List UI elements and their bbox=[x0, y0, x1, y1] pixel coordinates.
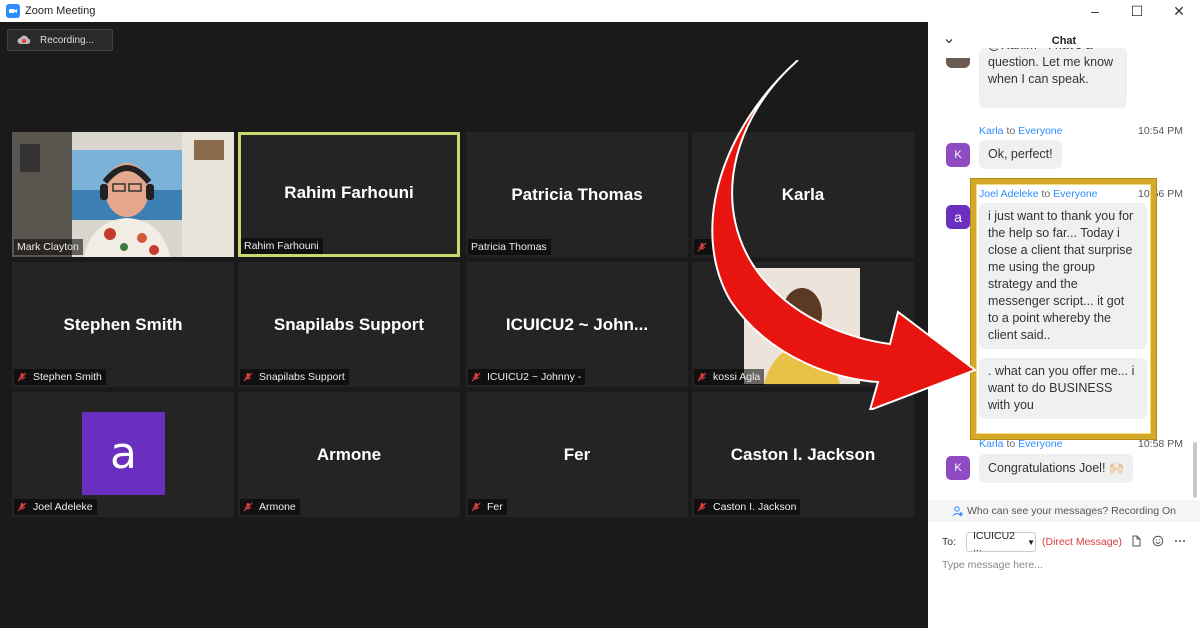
cloud-record-icon bbox=[17, 35, 31, 44]
video-gallery: Recording... Mark Clayton Rahim Farhouni… bbox=[0, 22, 928, 628]
recording-label: Recording... bbox=[40, 34, 94, 46]
title-bar: Zoom Meeting – ☐ ✕ bbox=[0, 0, 1200, 22]
chat-message-bubble: @Rahim - I have a question. Let me know … bbox=[979, 48, 1127, 108]
highlight-frame bbox=[971, 179, 1156, 439]
participant-avatar: a bbox=[82, 412, 165, 495]
visibility-text: Who can see your messages? Recording On bbox=[967, 505, 1176, 517]
sender-avatar: K bbox=[946, 456, 970, 480]
participant-display-name: Rahim Farhouni bbox=[284, 183, 414, 202]
video-tile-caston-jackson[interactable]: Caston I. Jackson Caston I. Jackson bbox=[692, 392, 914, 517]
maximize-button[interactable]: ☐ bbox=[1116, 0, 1158, 22]
mic-muted-icon bbox=[697, 242, 707, 252]
recipient-name: Everyone bbox=[1018, 125, 1063, 137]
participant-name-label: ICUICU2 ~ Johnny - bbox=[468, 369, 586, 385]
mic-muted-icon bbox=[471, 372, 481, 382]
mic-muted-icon bbox=[243, 372, 253, 382]
participant-video bbox=[744, 268, 860, 384]
video-tile-fer[interactable]: Fer Fer bbox=[466, 392, 688, 517]
participant-name-label: Armone bbox=[240, 499, 300, 515]
mic-muted-icon bbox=[697, 372, 707, 382]
participant-name-label: Stephen Smith bbox=[14, 369, 106, 385]
chat-message-time: 10:58 PM bbox=[1138, 438, 1183, 450]
recipient-select[interactable]: ICUICU2 ... ▼ bbox=[966, 530, 1037, 554]
chat-scrollbar[interactable] bbox=[1193, 442, 1197, 498]
video-tile-karla[interactable]: Karla Karla bbox=[692, 132, 914, 257]
file-icon[interactable] bbox=[1130, 535, 1142, 547]
recording-indicator[interactable]: Recording... bbox=[7, 29, 113, 51]
video-tile-armone[interactable]: Armone Armone bbox=[238, 392, 460, 517]
video-tile-snapilabs-support[interactable]: Snapilabs Support Snapilabs Support bbox=[238, 262, 460, 387]
window-title: Zoom Meeting bbox=[25, 5, 96, 17]
window-controls: – ☐ ✕ bbox=[1074, 0, 1200, 22]
people-icon bbox=[952, 506, 963, 517]
direct-message-label: (Direct Message) bbox=[1042, 536, 1122, 548]
chat-tools bbox=[1130, 535, 1186, 547]
video-tile-mark-clayton[interactable]: Mark Clayton bbox=[12, 132, 234, 257]
chat-message-bubble: Ok, perfect! bbox=[979, 140, 1062, 169]
participant-name-label: Rahim Farhouni bbox=[241, 238, 323, 254]
participant-name-label: Snapilabs Support bbox=[240, 369, 349, 385]
participant-name-label: Fer bbox=[468, 499, 507, 515]
mic-muted-icon bbox=[243, 502, 253, 512]
recipient-name: Everyone bbox=[1018, 438, 1063, 450]
more-icon[interactable] bbox=[1174, 535, 1186, 547]
minimize-button[interactable]: – bbox=[1074, 0, 1116, 22]
participant-name-label: Mark Clayton bbox=[14, 239, 83, 255]
zoom-logo-icon bbox=[6, 4, 20, 18]
participant-name-label: kossi Agla bbox=[694, 369, 765, 385]
chat-message-text: @Rahim - I have a question. Let me know … bbox=[988, 48, 1114, 86]
close-button[interactable]: ✕ bbox=[1158, 0, 1200, 22]
chevron-down-icon: ▼ bbox=[1027, 537, 1036, 547]
to-word: to bbox=[1006, 125, 1016, 137]
to-word: to bbox=[1006, 438, 1016, 450]
participant-name-label: Caston I. Jackson bbox=[694, 499, 801, 515]
mic-muted-icon bbox=[697, 502, 707, 512]
to-label: To: bbox=[942, 536, 957, 548]
recipient-row: To: ICUICU2 ... ▼ (Direct Message) bbox=[942, 530, 1122, 554]
video-tile-icuicu2[interactable]: ICUICU2 ~ John... ICUICU2 ~ Johnny - bbox=[466, 262, 688, 387]
sender-name[interactable]: Karla bbox=[979, 125, 1004, 137]
partial-avatar bbox=[946, 58, 970, 68]
participant-name-label: Patricia Thomas bbox=[468, 239, 551, 255]
recipient-select-value: ICUICU2 ... bbox=[973, 530, 1016, 554]
sender-avatar: a bbox=[946, 205, 970, 229]
chat-message-time: 10:54 PM bbox=[1138, 125, 1183, 137]
zoom-window: Zoom Meeting – ☐ ✕ Recording... Mark Cla… bbox=[0, 0, 1200, 628]
mic-muted-icon bbox=[17, 372, 27, 382]
chat-message-meta: Karla to Everyone bbox=[979, 125, 1062, 137]
message-visibility-bar[interactable]: Who can see your messages? Recording On bbox=[928, 500, 1200, 522]
chevron-down-icon[interactable] bbox=[944, 36, 954, 46]
chat-message-text: Congratulations Joel! 🙌🏻 bbox=[988, 461, 1125, 475]
video-tile-patricia-thomas[interactable]: Patricia Thomas Patricia Thomas bbox=[466, 132, 688, 257]
sender-avatar: K bbox=[946, 143, 970, 167]
video-tile-rahim-farhouni[interactable]: Rahim Farhouni Rahim Farhouni bbox=[238, 132, 460, 257]
chat-message-input[interactable]: Type message here... bbox=[942, 559, 1043, 571]
chat-title: Chat bbox=[1051, 35, 1077, 47]
chat-message-text: Ok, perfect! bbox=[988, 147, 1053, 161]
mic-muted-icon bbox=[471, 502, 481, 512]
chat-message-bubble: Congratulations Joel! 🙌🏻 bbox=[979, 454, 1134, 483]
chat-message-meta: Karla to Everyone bbox=[979, 438, 1062, 450]
sender-name[interactable]: Karla bbox=[979, 438, 1004, 450]
participant-name-label: Joel Adeleke bbox=[14, 499, 97, 515]
participant-name-label: Karla bbox=[694, 239, 742, 255]
emoji-icon[interactable] bbox=[1152, 535, 1164, 547]
video-tile-stephen-smith[interactable]: Stephen Smith Stephen Smith bbox=[12, 262, 234, 387]
video-tile-joel-adeleke[interactable]: a Joel Adeleke bbox=[12, 392, 234, 517]
chat-panel: Chat @Rahim - I have a question. Let me … bbox=[928, 22, 1200, 628]
mic-muted-icon bbox=[17, 502, 27, 512]
video-tile-kossi-agla[interactable]: kossi Agla bbox=[692, 262, 914, 387]
